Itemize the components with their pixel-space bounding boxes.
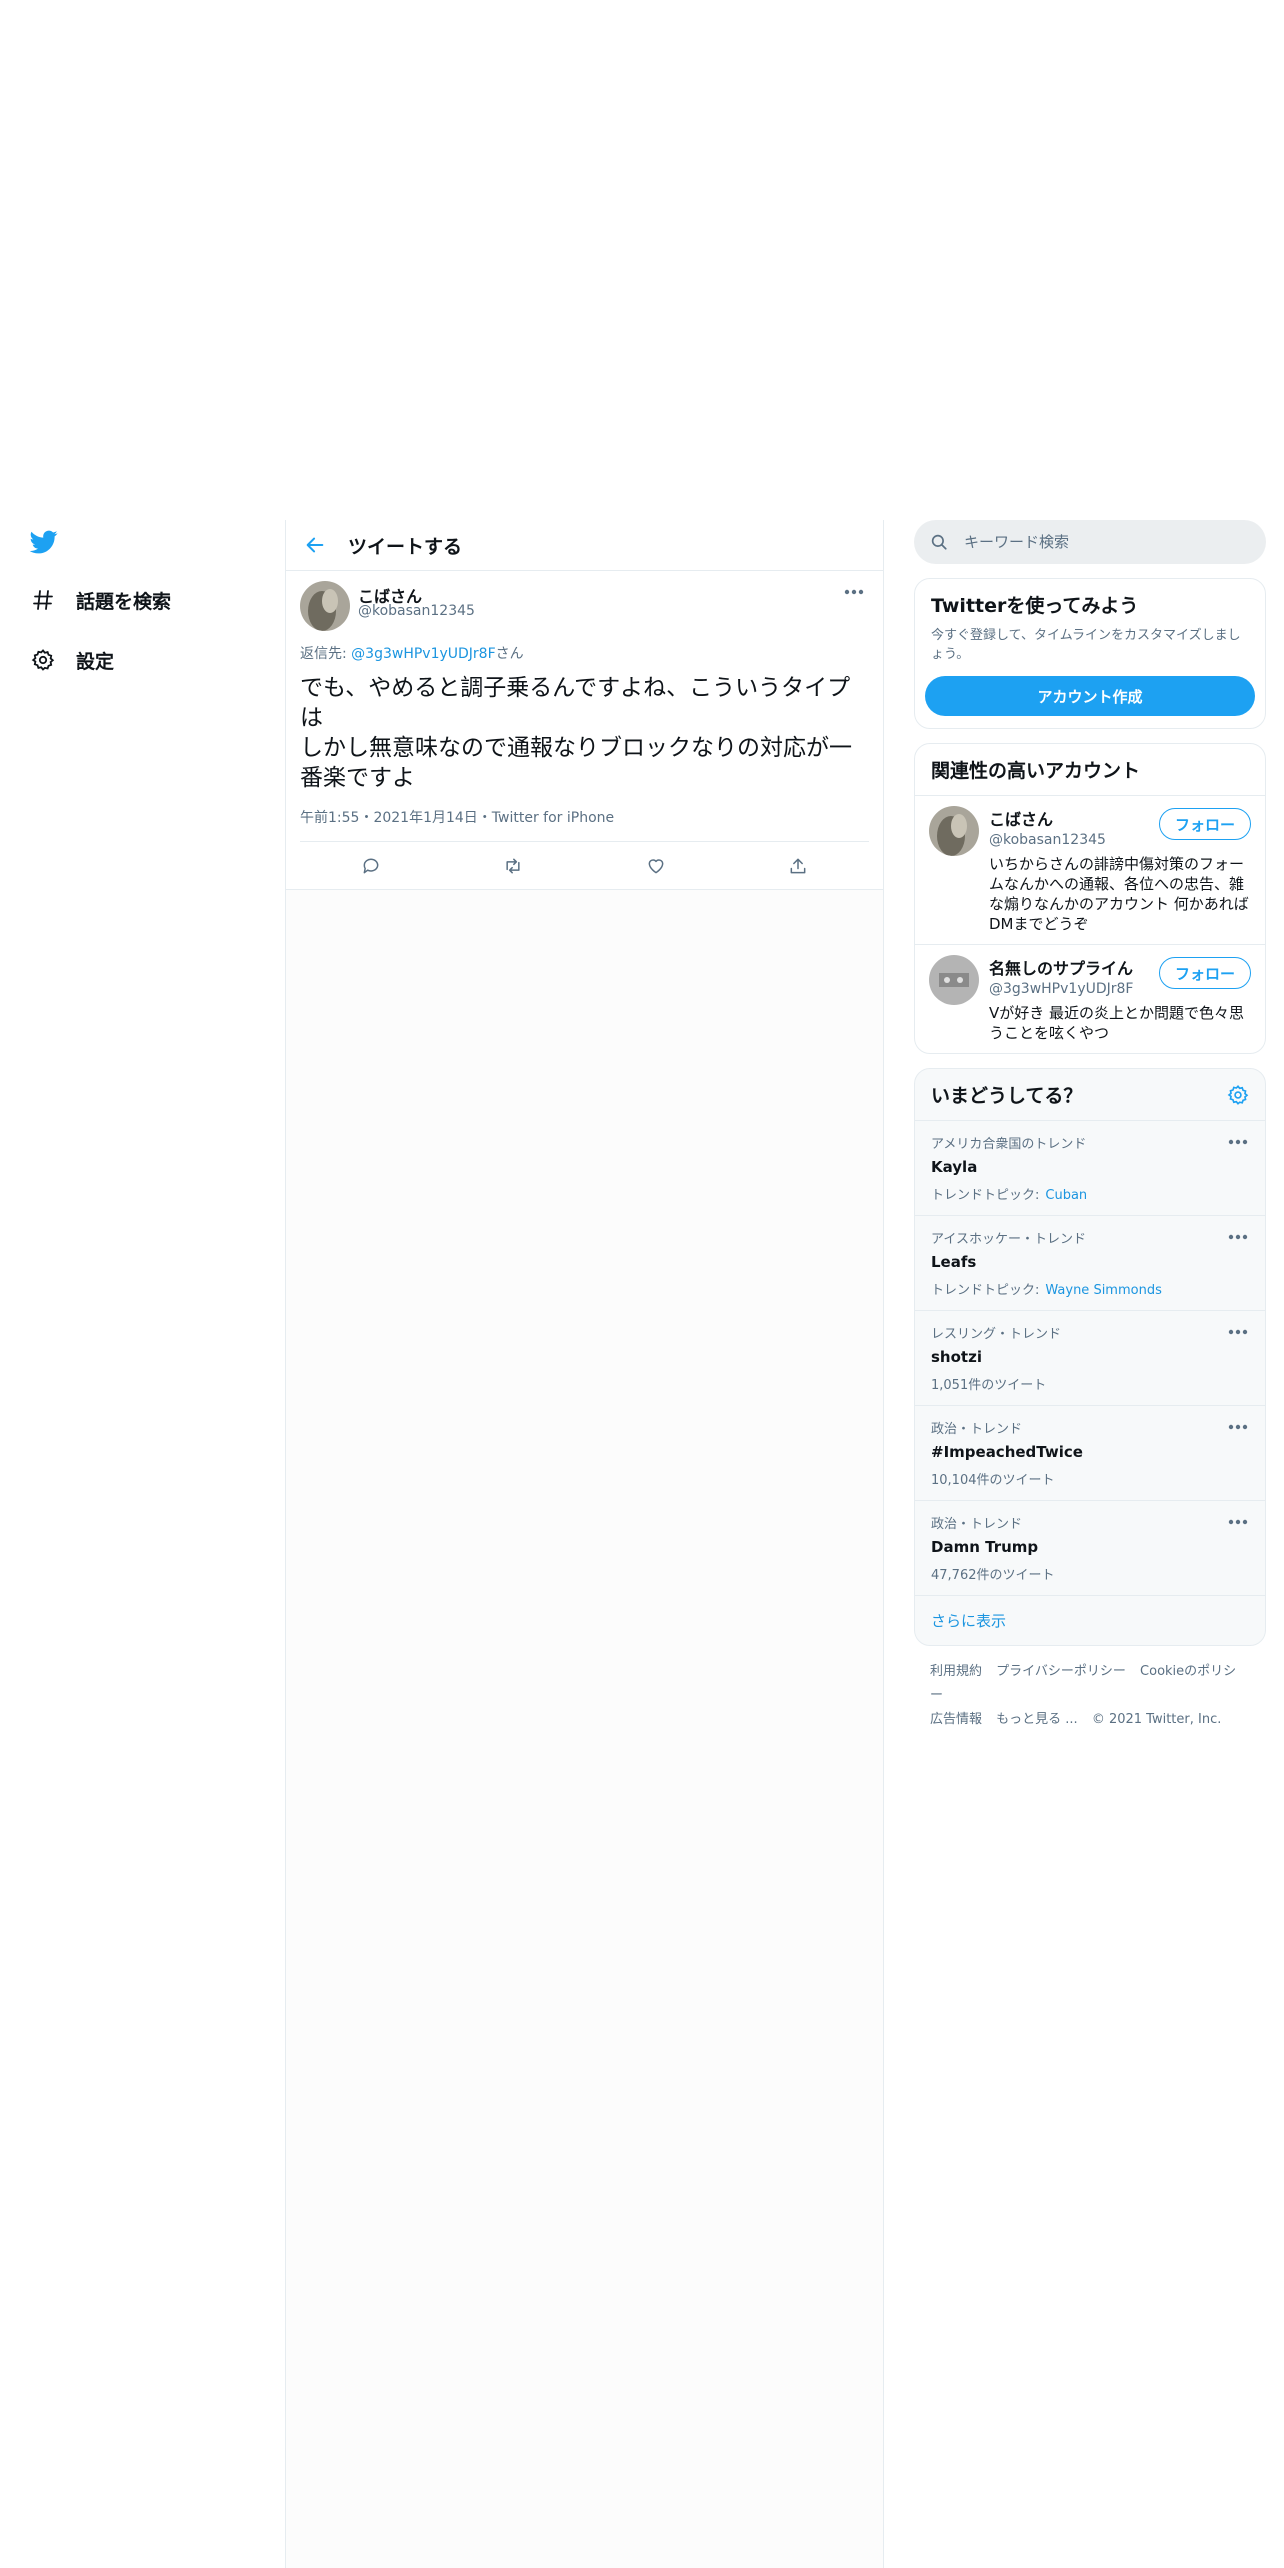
more-icon[interactable]	[1225, 1513, 1251, 1531]
account-item[interactable]: 名無しのサプライん @3g3wHPv1yUDJr8F Vが好き 最近の炎上とか問…	[915, 944, 1265, 1053]
nav-settings[interactable]: 設定	[28, 642, 114, 678]
trend-context: アイスホッケー・トレンド	[931, 1232, 1086, 1247]
more-icon[interactable]	[1225, 1228, 1251, 1246]
retweet-icon[interactable]	[496, 849, 530, 883]
trends-header: いまどうしてる？	[915, 1069, 1265, 1121]
avatar[interactable]	[300, 581, 350, 631]
create-account-button[interactable]: アカウント作成	[925, 676, 1255, 716]
trend-name: Damn Trump	[931, 1538, 1039, 1556]
reply-suffix: さん	[495, 646, 524, 662]
footer-link[interactable]: プライバシーポリシー	[996, 1664, 1126, 1679]
trend-item[interactable]: 政治・トレンド Damn Trump 47,762件のツイート	[915, 1501, 1265, 1596]
related-title: 関連性の高いアカウント	[931, 760, 1141, 782]
tweet-count: 1,051件のツイート	[931, 1378, 1047, 1393]
gear-icon	[28, 645, 58, 675]
trend-name: shotzi	[931, 1348, 982, 1366]
main-column: ツイートする こばさん @kobasan12345 返信先: @3g3wHPv1…	[286, 520, 883, 2568]
search-box[interactable]	[914, 520, 1266, 564]
more-icon[interactable]	[841, 583, 867, 601]
trend-item[interactable]: 政治・トレンド #ImpeachedTwice 10,104件のツイート	[915, 1406, 1265, 1501]
tweet-count: 10,104件のツイート	[931, 1473, 1055, 1488]
footer-link[interactable]: 利用規約	[930, 1664, 982, 1679]
footer: 利用規約 プライバシーポリシー Cookieのポリシー 広告情報 もっと見る .…	[914, 1646, 1266, 1746]
more-icon[interactable]	[1225, 1133, 1251, 1151]
tweet-count: 47,762件のツイート	[931, 1568, 1055, 1583]
tweet: こばさん @kobasan12345 返信先: @3g3wHPv1yUDJr8F…	[286, 571, 883, 890]
show-more-link[interactable]: さらに表示	[915, 1596, 1265, 1645]
avatar[interactable]	[929, 955, 979, 1005]
search-input[interactable]	[962, 532, 1246, 552]
trend-sub-label: トレンドトピック:	[931, 1188, 1040, 1203]
trend-topic-link[interactable]: Wayne Simmonds	[1045, 1283, 1161, 1298]
copyright: © 2021 Twitter, Inc.	[1091, 1712, 1222, 1727]
related-accounts-card: 関連性の高いアカウント こばさん @kobasan12345 いちからさんの誹謗…	[914, 743, 1266, 1054]
tweet-actions	[300, 842, 869, 889]
tweet-header: こばさん @kobasan12345	[300, 571, 869, 631]
trend-context: レスリング・トレンド	[931, 1327, 1062, 1342]
gear-icon[interactable]	[1227, 1084, 1249, 1106]
reply-to-link[interactable]: @3g3wHPv1yUDJr8F	[351, 646, 495, 662]
signup-card: Twitterを使ってみよう 今すぐ登録して、タイムラインをカスタマイズしましょ…	[914, 578, 1266, 729]
like-icon[interactable]	[639, 849, 673, 883]
footer-link[interactable]: もっと見る ...	[996, 1712, 1078, 1727]
nav-settings-label: 設定	[76, 650, 115, 673]
author-handle[interactable]: @kobasan12345	[358, 603, 475, 619]
trends-title: いまどうしてる？	[931, 1085, 1083, 1107]
follow-button[interactable]: フォロー	[1159, 808, 1251, 840]
nav-explore-label: 話題を検索	[76, 590, 172, 613]
share-icon[interactable]	[781, 849, 815, 883]
trend-item[interactable]: レスリング・トレンド shotzi 1,051件のツイート	[915, 1311, 1265, 1406]
trends-card: いまどうしてる？ アメリカ合衆国のトレンド Kayla トレンドトピック: Cub…	[914, 1068, 1266, 1646]
reply-to: 返信先: @3g3wHPv1yUDJr8Fさん	[300, 643, 869, 663]
trend-name: #ImpeachedTwice	[931, 1443, 1083, 1461]
reply-prefix: 返信先:	[300, 646, 352, 662]
nav-explore[interactable]: 話題を検索	[28, 582, 171, 618]
account-item[interactable]: こばさん @kobasan12345 いちからさんの誹謗中傷対策のフォームなんか…	[915, 795, 1265, 944]
follow-button[interactable]: フォロー	[1159, 957, 1251, 989]
more-icon[interactable]	[1225, 1323, 1251, 1341]
avatar[interactable]	[929, 806, 979, 856]
right-sidebar: Twitterを使ってみよう 今すぐ登録して、タイムラインをカスタマイズしましょ…	[914, 520, 1266, 1746]
signup-title: Twitterを使ってみよう	[931, 595, 1139, 617]
trend-sub: トレンドトピック: Wayne Simmonds	[931, 1279, 1249, 1298]
tweet-text-line: でも、やめると調子乗るんですよね、こういうタイプは	[300, 675, 851, 731]
trend-sub: トレンドトピック: Cuban	[931, 1184, 1249, 1203]
account-bio: いちからさんの誹謗中傷対策のフォームなんかへの通報、各位への忠告、雑な煽りなんか…	[989, 855, 1249, 933]
trend-context: 政治・トレンド	[931, 1422, 1023, 1437]
signup-description: 今すぐ登録して、タイムラインをカスタマイズしましょう。	[931, 628, 1241, 662]
trend-context: アメリカ合衆国のトレンド	[931, 1137, 1087, 1152]
tweet-timestamp[interactable]: 午前1:55・2021年1月14日・Twitter for iPhone	[300, 807, 869, 842]
trend-sub-label: トレンドトピック:	[931, 1283, 1040, 1298]
main-header: ツイートする	[286, 520, 883, 571]
trend-topic-link[interactable]: Cuban	[1045, 1188, 1087, 1203]
tweet-text: でも、やめると調子乗るんですよね、こういうタイプは しかし無意味なので通報なりブ…	[300, 673, 869, 793]
footer-link[interactable]: 広告情報	[930, 1712, 982, 1727]
search-icon	[930, 531, 952, 553]
trend-context: 政治・トレンド	[931, 1517, 1023, 1532]
trend-name: Leafs	[931, 1253, 977, 1271]
tweet-text-line: しかし無意味なので通報なりブロックなりの対応が一番楽ですよ	[300, 735, 852, 791]
trend-item[interactable]: アイスホッケー・トレンド Leafs トレンドトピック: Wayne Simmon…	[915, 1216, 1265, 1311]
account-bio: Vが好き 最近の炎上とか問題で色々思うことを呟くやつ	[989, 1004, 1245, 1042]
twitter-bird-icon[interactable]	[28, 528, 62, 558]
back-button[interactable]	[300, 530, 330, 560]
trend-name: Kayla	[931, 1158, 978, 1176]
more-icon[interactable]	[1225, 1418, 1251, 1436]
reply-icon[interactable]	[354, 849, 388, 883]
divider	[883, 520, 884, 2568]
page-title: ツイートする	[348, 535, 463, 558]
back-arrow-icon	[306, 537, 324, 553]
hashtag-icon	[28, 585, 58, 615]
trend-item[interactable]: アメリカ合衆国のトレンド Kayla トレンドトピック: Cuban	[915, 1121, 1265, 1216]
